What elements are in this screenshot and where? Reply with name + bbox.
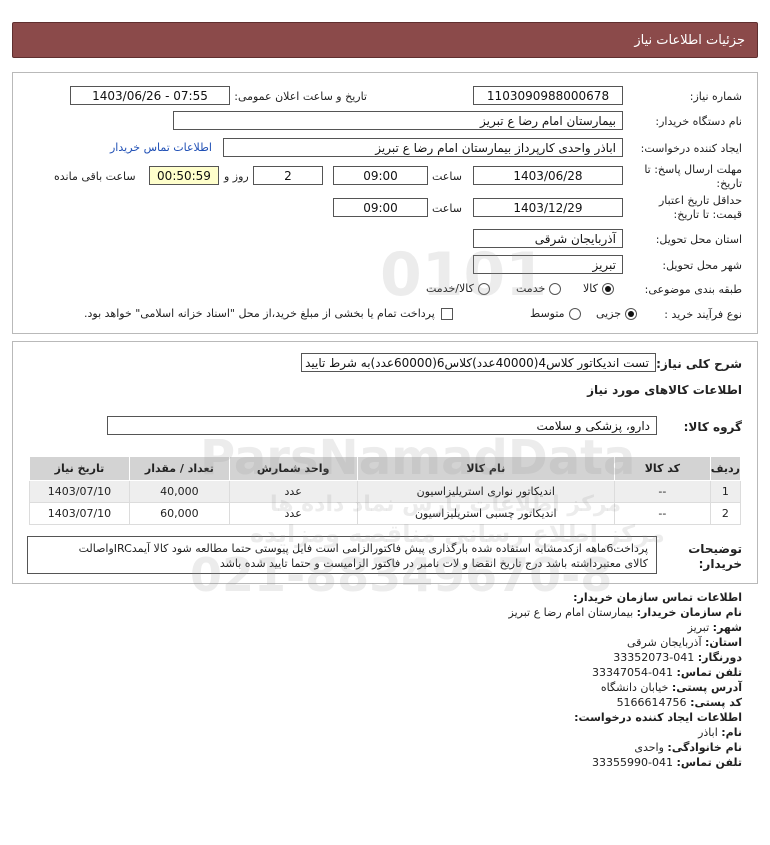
items-table: ردیف کد کالا نام کالا واحد شمارش تعداد /… bbox=[29, 456, 742, 525]
creator-info-title: اطلاعات ایجاد کننده درخواست: bbox=[574, 711, 742, 724]
remaining-time-label: ساعت باقی مانده bbox=[54, 170, 136, 183]
summary-label: شرح کلی نیاز: bbox=[656, 357, 742, 371]
delivery-city-field: تبریز bbox=[473, 255, 623, 274]
validity-label: حداقل تاریخ اعتبار قیمت: تا تاریخ: bbox=[659, 194, 742, 222]
radio-selected-icon bbox=[625, 308, 638, 320]
col-date-header: تاریخ نیاز bbox=[29, 456, 130, 481]
process-medium-label: متوسط bbox=[530, 307, 565, 320]
deadline-time-field: 09:00 bbox=[333, 166, 428, 185]
contact-info-section: اطلاعات تماس سازمان خریدار: نام سازمان خ… bbox=[42, 590, 742, 770]
row-index: 1 bbox=[709, 480, 742, 503]
deadline-label-line2: تاریخ: bbox=[716, 177, 742, 190]
category-radio-goods[interactable]: کالا bbox=[583, 282, 614, 296]
creator-label: ایجاد کننده درخواست: bbox=[640, 142, 742, 155]
days-field: 2 bbox=[253, 166, 323, 185]
goods-group-label: گروه کالا: bbox=[683, 420, 742, 434]
buyer-contact-link[interactable]: اطلاعات تماس خریدار bbox=[110, 141, 212, 154]
table-row[interactable]: 1 -- اندیکاتور نواری استریلیزاسیون عدد 4… bbox=[29, 480, 742, 503]
col-name-header: نام کالا bbox=[356, 456, 616, 481]
validity-time-field: 09:00 bbox=[333, 198, 428, 217]
col-row-header: ردیف bbox=[709, 456, 742, 481]
row-index: 2 bbox=[709, 502, 742, 525]
delivery-city-label: شهر محل تحویل: bbox=[662, 259, 742, 272]
announce-date-field: 1403/06/26 - 07:55 bbox=[70, 86, 230, 105]
table-row[interactable]: 2 -- اندیکاتور چسبی استریلیزاسیون عدد 60… bbox=[29, 502, 742, 525]
delivery-province-field: آذربایجان شرقی bbox=[473, 229, 623, 248]
process-radio-minor[interactable]: جزیی bbox=[596, 307, 638, 321]
process-label: نوع فرآیند خرید : bbox=[664, 308, 742, 321]
creator-field: اباذر واحدی کارپرداز بیمارستان امام رضا … bbox=[223, 138, 623, 157]
deadline-label: مهلت ارسال پاسخ: تا تاریخ: bbox=[644, 163, 742, 191]
col-qty-header: تعداد / مقدار bbox=[128, 456, 230, 481]
process-minor-label: جزیی bbox=[596, 307, 622, 320]
contact-fax-line: دورنگار: 041-33352073 bbox=[613, 651, 742, 664]
process-radio-medium[interactable]: متوسط bbox=[530, 307, 581, 321]
radio-unselected-icon bbox=[477, 283, 490, 295]
buyer-notes-label-line1: توضیحات bbox=[688, 542, 742, 556]
treasury-payment-note: پرداخت تمام یا بخشی از مبلغ خرید،از محل … bbox=[84, 307, 435, 320]
remaining-time-field: 00:50:59 bbox=[149, 166, 219, 185]
row-name: اندیکاتور چسبی استریلیزاسیون bbox=[356, 502, 616, 525]
row-code: -- bbox=[614, 480, 711, 503]
announce-date-label: تاریخ و ساعت اعلان عمومی: bbox=[234, 90, 367, 103]
category-label: طبقه بندی موضوعی: bbox=[644, 283, 742, 296]
table-header-row: ردیف کد کالا نام کالا واحد شمارش تعداد /… bbox=[29, 456, 742, 481]
creator-family-line: نام خانوادگی: واحدی bbox=[634, 741, 742, 754]
buyer-notes-line1: پرداخت6ماهه ازکدمشابه استفاده شده بارگذا… bbox=[78, 542, 648, 555]
page-header: جزئیات اطلاعات نیاز bbox=[12, 22, 758, 58]
radio-unselected-icon bbox=[568, 308, 581, 320]
treasury-payment-checkbox[interactable] bbox=[440, 308, 453, 320]
page-title: جزئیات اطلاعات نیاز bbox=[634, 32, 745, 48]
deadline-date-field: 1403/06/28 bbox=[473, 166, 623, 185]
contact-phone-line: تلفن تماس: 041-33347054 bbox=[592, 666, 742, 679]
row-date: 1403/07/10 bbox=[29, 502, 130, 525]
deadline-time-label: ساعت bbox=[432, 170, 462, 183]
row-unit: عدد bbox=[228, 480, 358, 503]
deadline-label-line1: مهلت ارسال پاسخ: تا bbox=[644, 163, 742, 176]
treasury-payment-checkbox-row[interactable]: پرداخت تمام یا بخشی از مبلغ خرید،از محل … bbox=[84, 307, 453, 321]
validity-label-line2: قیمت: تا تاریخ: bbox=[673, 208, 742, 221]
row-qty: 60,000 bbox=[128, 502, 230, 525]
col-code-header: کد کالا bbox=[614, 456, 711, 481]
col-unit-header: واحد شمارش bbox=[228, 456, 358, 481]
contact-org-line: نام سازمان خریدار: بیمارستان امام رضا ع … bbox=[508, 606, 742, 619]
category-both-label: کالا/خدمت bbox=[426, 282, 474, 295]
items-table-wrapper: ردیف کد کالا نام کالا واحد شمارش تعداد /… bbox=[29, 456, 742, 525]
contact-postal-line: کد پستی: 5166614756 bbox=[616, 696, 742, 709]
contact-address-line: آدرس پستی: خیابان دانشگاه bbox=[600, 681, 742, 694]
delivery-province-label: استان محل تحویل: bbox=[655, 233, 742, 246]
need-number-label: شماره نیاز: bbox=[689, 90, 742, 103]
validity-label-line1: حداقل تاریخ اعتبار bbox=[658, 194, 742, 207]
buyer-org-field: بیمارستان امام رضا ع تبریز bbox=[173, 111, 623, 130]
contact-province-line: استان: آذربایجان شرقی bbox=[627, 636, 742, 649]
category-radio-service[interactable]: خدمت bbox=[516, 282, 562, 296]
radio-selected-icon bbox=[601, 283, 614, 295]
buyer-notes-label: توضیحات خریدار: bbox=[688, 542, 742, 572]
goods-group-field: دارو، پزشکی و سلامت bbox=[107, 416, 657, 435]
validity-date-field: 1403/12/29 bbox=[473, 198, 623, 217]
category-radio-both[interactable]: کالا/خدمت bbox=[426, 282, 490, 296]
category-service-label: خدمت bbox=[516, 282, 546, 295]
buyer-notes-box: پرداخت6ماهه ازکدمشابه استفاده شده بارگذا… bbox=[27, 536, 657, 574]
goods-info-title: اطلاعات کالاهای مورد نیاز bbox=[587, 383, 742, 397]
validity-time-label: ساعت bbox=[432, 202, 462, 215]
days-label: روز و bbox=[224, 170, 249, 183]
buyer-notes-line2: کالای معتبرداشته باشد درج تاریخ انقضا و … bbox=[219, 557, 648, 570]
creator-phone-line: تلفن تماس: 041-33355990 bbox=[592, 756, 742, 769]
buyer-org-label: نام دستگاه خریدار: bbox=[655, 115, 742, 128]
row-qty: 40,000 bbox=[128, 480, 230, 503]
row-unit: عدد bbox=[228, 502, 358, 525]
row-date: 1403/07/10 bbox=[29, 480, 130, 503]
category-goods-label: کالا bbox=[583, 282, 598, 295]
creator-name-line: نام: اباذر bbox=[698, 726, 742, 739]
need-number-field: 1103090988000678 bbox=[473, 86, 623, 105]
summary-field: تست اندیکاتور کلاس4(40000عدد)کلاس6(60000… bbox=[301, 353, 656, 372]
radio-unselected-icon bbox=[549, 283, 562, 295]
contact-title: اطلاعات تماس سازمان خریدار: bbox=[573, 591, 742, 604]
row-name: اندیکاتور نواری استریلیزاسیون bbox=[356, 480, 616, 503]
contact-city-line: شهر: تبریز bbox=[687, 621, 742, 634]
buyer-notes-label-line2: خریدار: bbox=[698, 557, 742, 571]
row-code: -- bbox=[614, 502, 711, 525]
